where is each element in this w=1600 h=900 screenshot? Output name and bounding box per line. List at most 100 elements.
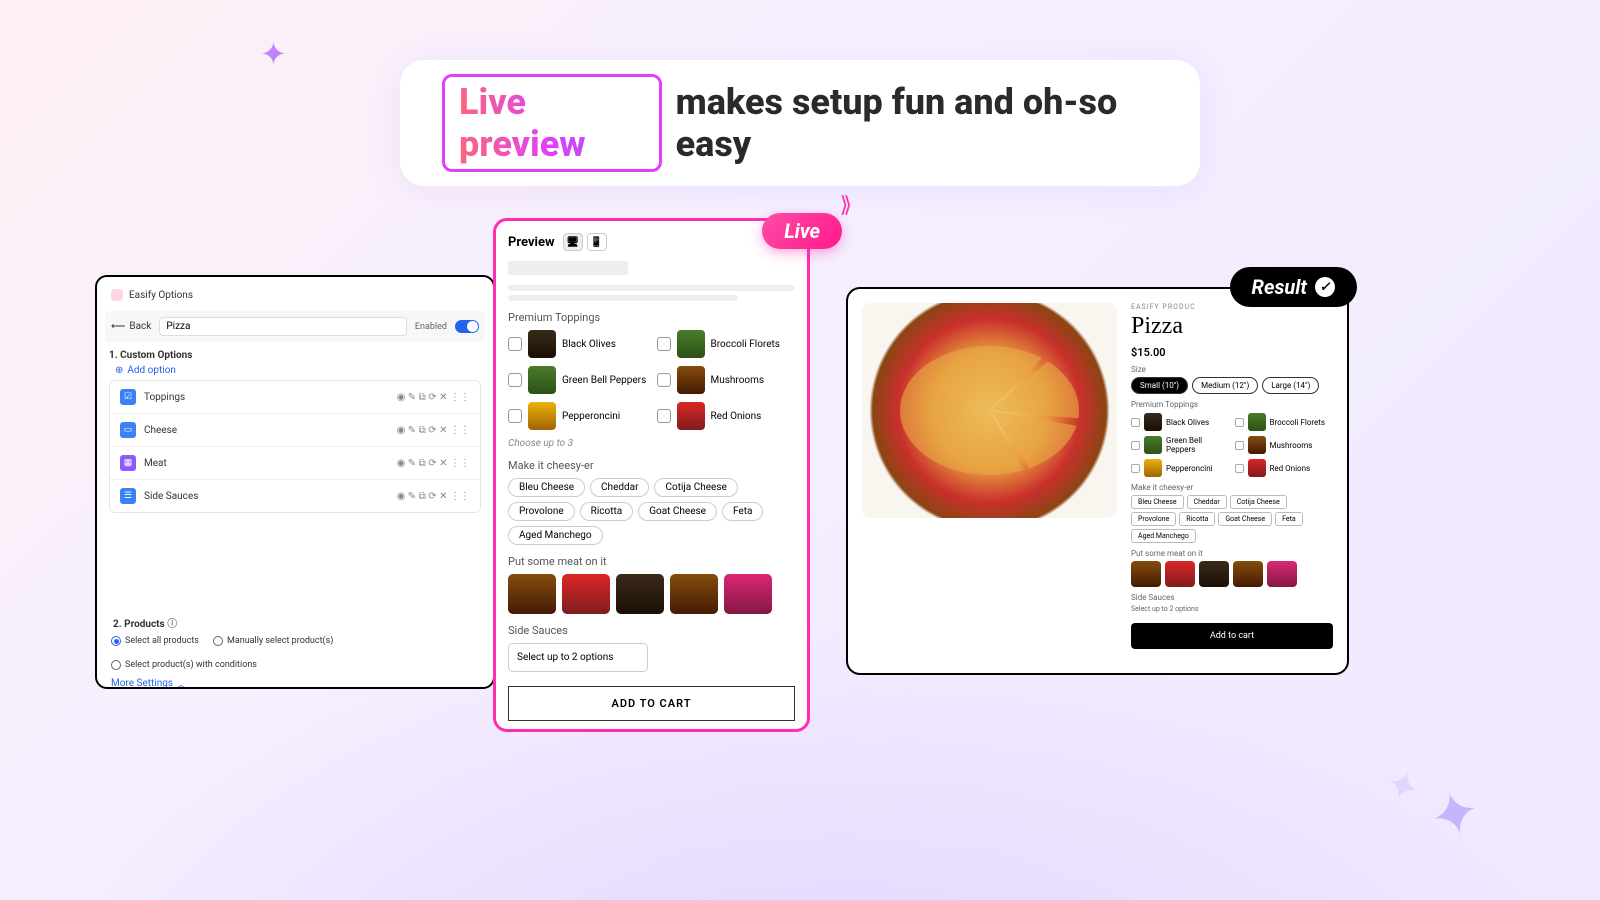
cheese-chip[interactable]: Provolone — [1131, 512, 1176, 526]
topping-option[interactable]: Mushrooms — [657, 366, 796, 394]
meat-label: Put some meat on it — [508, 555, 795, 568]
topping-option[interactable]: Green Bell Peppers — [1131, 436, 1230, 454]
topping-option[interactable]: Pepperoncini — [1131, 459, 1230, 477]
skeleton — [508, 261, 628, 275]
enabled-label: Enabled — [415, 322, 447, 332]
topping-option[interactable]: Red Onions — [657, 402, 796, 430]
cheese-label: Make it cheesy-er — [1131, 483, 1333, 492]
meat-option[interactable] — [1131, 561, 1161, 587]
skeleton — [508, 285, 795, 291]
meat-option[interactable] — [616, 574, 664, 614]
meat-option[interactable] — [1199, 561, 1229, 587]
result-panel: Result✓ EASIFY PRODUC Pizza $15.00 Size … — [846, 287, 1349, 675]
live-badge: Live — [762, 213, 842, 249]
cheese-chip[interactable]: Cotija Cheese — [1230, 495, 1287, 509]
app-name: Easify Options — [129, 290, 193, 301]
product-image — [862, 303, 1117, 518]
size-option[interactable]: Small (10") — [1131, 377, 1188, 394]
topping-option[interactable]: Pepperoncini — [508, 402, 647, 430]
meat-option[interactable] — [508, 574, 556, 614]
image-icon: ▦ — [120, 455, 136, 471]
product-title: Pizza — [1131, 313, 1333, 340]
option-actions[interactable]: ◉ ✎ ⧉ ⟳ ✕ ⋮⋮ — [397, 491, 470, 502]
result-badge: Result✓ — [1230, 267, 1357, 307]
add-to-cart-button[interactable]: ADD TO CART — [508, 686, 795, 721]
sauce-label: Side Sauces — [1131, 593, 1333, 602]
cheese-chip[interactable]: Feta — [722, 502, 763, 521]
editor-panel: Easify Options ⟵ Back Enabled 1. Custom … — [95, 275, 495, 689]
preview-title: Preview — [508, 235, 555, 250]
mobile-view-button[interactable]: 📱 — [587, 233, 607, 251]
option-actions[interactable]: ◉ ✎ ⧉ ⟳ ✕ ⋮⋮ — [397, 425, 470, 436]
sauce-select[interactable]: Select up to 2 options — [1131, 605, 1333, 613]
name-input[interactable] — [159, 317, 407, 336]
enabled-toggle[interactable] — [455, 320, 479, 333]
radio-condition-products[interactable]: Select product(s) with conditions — [111, 660, 257, 670]
section-custom-options: 1. Custom Options — [109, 350, 481, 361]
add-to-cart-button[interactable]: Add to cart — [1131, 623, 1333, 649]
size-option[interactable]: Large (14") — [1262, 377, 1319, 394]
meat-option[interactable] — [724, 574, 772, 614]
cheese-chip[interactable]: Aged Manchego — [1131, 529, 1196, 543]
cheese-chip[interactable]: Cheddar — [1187, 495, 1227, 509]
option-row[interactable]: ☰Side Sauces◉ ✎ ⧉ ⟳ ✕ ⋮⋮ — [110, 480, 480, 512]
desktop-view-button[interactable]: 🖥 — [563, 233, 583, 251]
broadcast-icon: ⟫ — [840, 193, 852, 218]
size-label: Size — [1131, 365, 1333, 374]
meat-option[interactable] — [1267, 561, 1297, 587]
section-products: 2. Products ⓘ — [113, 615, 477, 630]
checkbox-icon: ☑ — [120, 389, 136, 405]
cheese-chip[interactable]: Cheddar — [590, 478, 649, 497]
cheese-chip[interactable]: Bleu Cheese — [508, 478, 585, 497]
spark-decoration: ✦ — [260, 35, 287, 73]
topping-option[interactable]: Black Olives — [508, 330, 647, 358]
dropdown-icon: ☰ — [120, 488, 136, 504]
topping-option[interactable]: Black Olives — [1131, 413, 1230, 431]
option-row[interactable]: ▭Cheese◉ ✎ ⧉ ⟳ ✕ ⋮⋮ — [110, 414, 480, 447]
topping-option[interactable]: Red Onions — [1235, 459, 1334, 477]
meat-label: Put some meat on it — [1131, 549, 1333, 558]
meat-option[interactable] — [1165, 561, 1195, 587]
cheese-chip[interactable]: Cotija Cheese — [654, 478, 737, 497]
skeleton — [508, 295, 738, 301]
more-settings-link[interactable]: More Settings ︿ — [111, 676, 479, 689]
sauce-select[interactable]: Select up to 2 options — [508, 643, 648, 672]
meat-option[interactable] — [670, 574, 718, 614]
cheese-chip[interactable]: Aged Manchego — [508, 526, 603, 545]
cheese-chip[interactable]: Feta — [1275, 512, 1303, 526]
radio-all-products[interactable]: Select all products — [111, 636, 199, 646]
back-button[interactable]: ⟵ Back — [111, 321, 151, 332]
app-logo — [111, 289, 123, 301]
headline: Live preview makes setup fun and oh-so e… — [400, 60, 1200, 186]
radio-manual-products[interactable]: Manually select product(s) — [213, 636, 333, 646]
option-row[interactable]: ☑Toppings◉ ✎ ⧉ ⟳ ✕ ⋮⋮ — [110, 381, 480, 414]
topping-option[interactable]: Broccoli Florets — [1235, 413, 1334, 431]
button-icon: ▭ — [120, 422, 136, 438]
headline-pill: Live preview — [442, 74, 662, 172]
product-price: $15.00 — [1131, 346, 1333, 359]
toppings-label: Premium Toppings — [1131, 400, 1333, 409]
topping-option[interactable]: Broccoli Florets — [657, 330, 796, 358]
option-row[interactable]: ▦Meat◉ ✎ ⧉ ⟳ ✕ ⋮⋮ — [110, 447, 480, 480]
size-option[interactable]: Medium (12") — [1192, 377, 1258, 394]
option-actions[interactable]: ◉ ✎ ⧉ ⟳ ✕ ⋮⋮ — [397, 392, 470, 403]
topping-option[interactable]: Mushrooms — [1235, 436, 1334, 454]
cheese-chip[interactable]: Ricotta — [1179, 512, 1215, 526]
meat-option[interactable] — [562, 574, 610, 614]
meat-option[interactable] — [1233, 561, 1263, 587]
topping-option[interactable]: Green Bell Peppers — [508, 366, 647, 394]
headline-text: makes setup fun and oh-so easy — [676, 81, 1158, 165]
cheese-chip[interactable]: Goat Cheese — [638, 502, 717, 521]
toppings-label: Premium Toppings — [508, 311, 795, 324]
option-actions[interactable]: ◉ ✎ ⧉ ⟳ ✕ ⋮⋮ — [397, 458, 470, 469]
cheese-chip[interactable]: Bleu Cheese — [1131, 495, 1184, 509]
cheese-chip[interactable]: Provolone — [508, 502, 575, 521]
check-icon: ✓ — [1315, 277, 1335, 297]
preview-panel: ⟫ Live Preview 🖥 📱 Premium Toppings Blac… — [493, 218, 810, 732]
sauce-label: Side Sauces — [508, 624, 795, 637]
add-option-button[interactable]: ⊕ Add option — [115, 365, 475, 376]
cheese-chip[interactable]: Goat Cheese — [1218, 512, 1272, 526]
cheese-chip[interactable]: Ricotta — [580, 502, 634, 521]
cheese-label: Make it cheesy-er — [508, 459, 795, 472]
options-list: ☑Toppings◉ ✎ ⧉ ⟳ ✕ ⋮⋮ ▭Cheese◉ ✎ ⧉ ⟳ ✕ ⋮… — [109, 380, 481, 513]
